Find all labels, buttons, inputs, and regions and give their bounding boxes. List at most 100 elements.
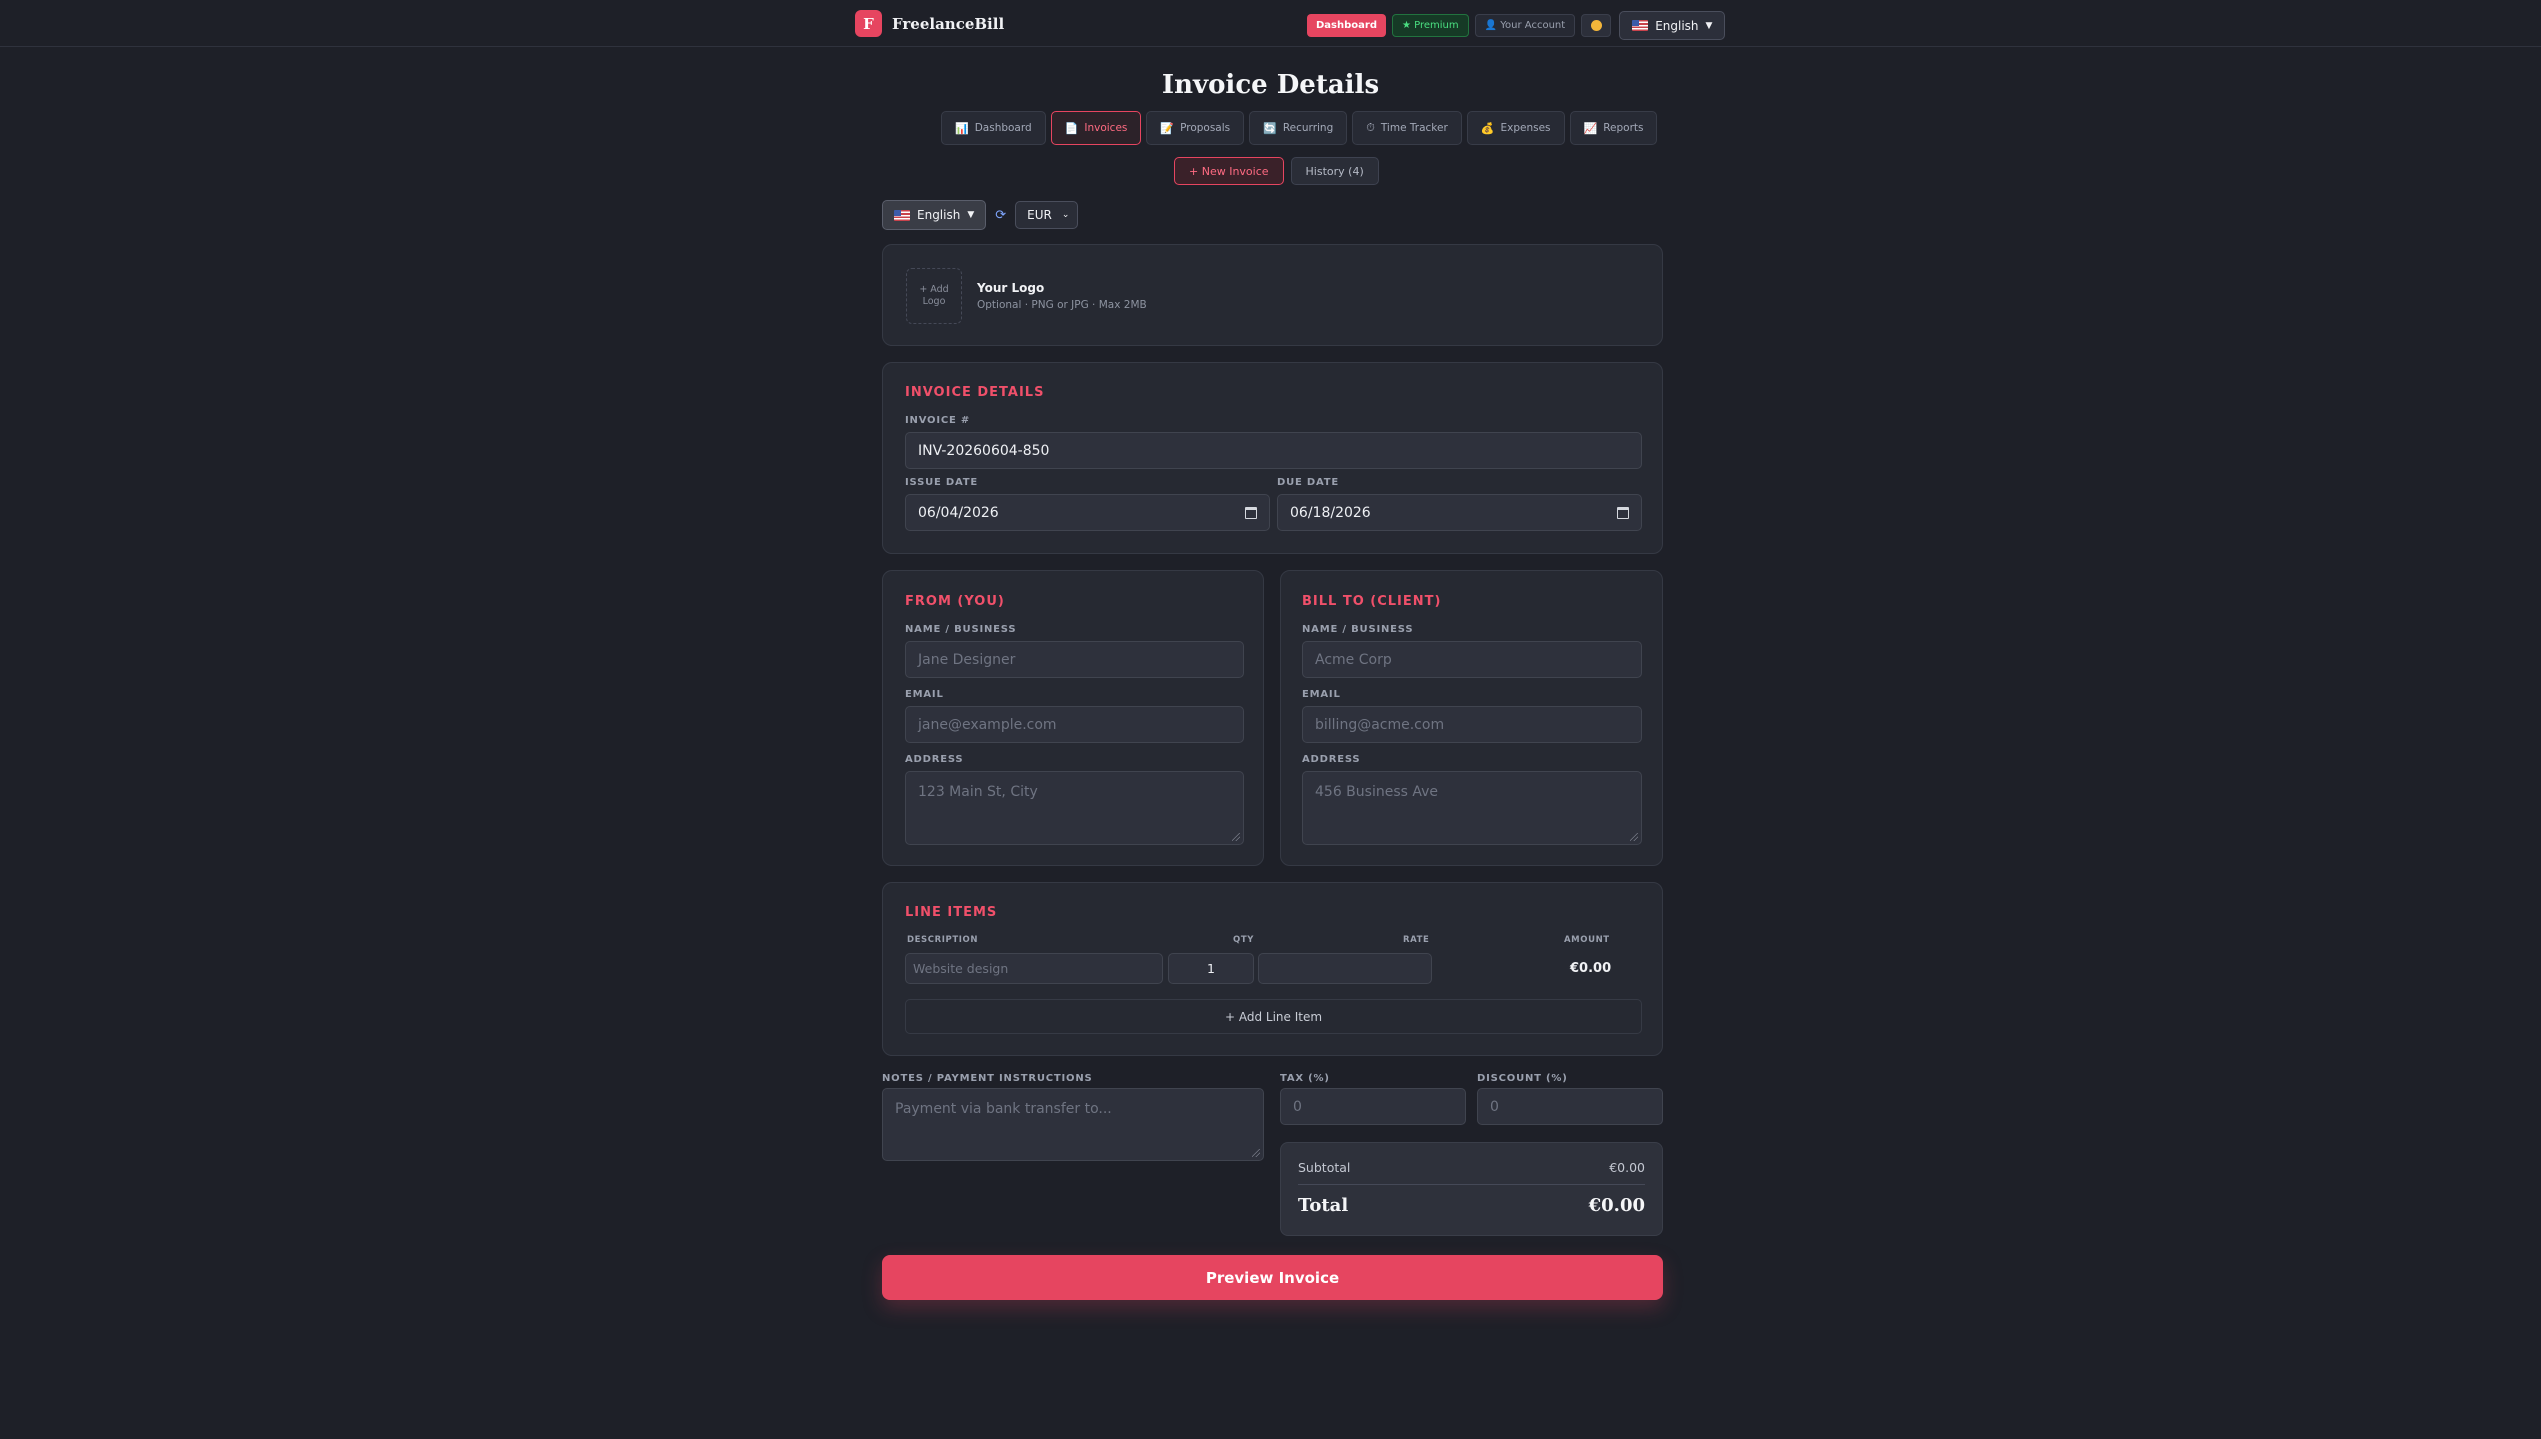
column-header-rate: RATE: [1403, 935, 1430, 945]
brand-name: FreelanceBill: [892, 14, 1005, 33]
total-value: €0.00: [1588, 1195, 1645, 1216]
resize-handle-icon[interactable]: [1252, 1149, 1260, 1157]
total-label: Total: [1298, 1195, 1349, 1216]
from-card: FROM (YOU) NAME / BUSINESS Jane Designer…: [882, 570, 1264, 866]
money-bag-icon: 💰: [1480, 121, 1495, 135]
tab-time-tracker[interactable]: ⏱ Time Tracker: [1352, 111, 1462, 145]
notes-textarea[interactable]: Payment via bank transfer to...: [882, 1088, 1264, 1161]
account-button[interactable]: 👤 Your Account: [1474, 14, 1576, 37]
invoice-number-input[interactable]: INV-20260604-850: [905, 432, 1642, 469]
new-invoice-button[interactable]: + New Invoice: [1174, 157, 1284, 185]
tab-label: Invoices: [1084, 122, 1128, 134]
stopwatch-icon: ⏱: [1366, 121, 1375, 134]
add-logo-button[interactable]: + Add Logo: [906, 268, 962, 324]
from-name-label: NAME / BUSINESS: [905, 624, 1017, 635]
tab-label: Expenses: [1500, 122, 1551, 134]
from-address-label: ADDRESS: [905, 754, 964, 765]
chevron-down-icon: ▼: [967, 210, 975, 220]
issue-date-label: ISSUE DATE: [905, 477, 979, 488]
section-title: FROM (YOU): [905, 594, 1005, 609]
from-email-input[interactable]: jane@example.com: [905, 706, 1244, 743]
line-item-rate-input[interactable]: [1258, 953, 1432, 984]
placeholder-text: Payment via bank transfer to...: [895, 1101, 1112, 1117]
page-title: Invoice Details: [1161, 70, 1380, 100]
memo-icon: 📝: [1160, 121, 1175, 135]
currency-label: EUR: [1027, 208, 1052, 222]
tab-dashboard[interactable]: 📊 Dashboard: [941, 111, 1046, 145]
subtotal-value: €0.00: [1609, 1160, 1645, 1175]
tab-recurring[interactable]: 🔄 Recurring: [1249, 111, 1348, 145]
trend-chart-icon: 📈: [1583, 121, 1598, 135]
us-flag-icon: [1632, 20, 1649, 31]
moon-icon: [1590, 20, 1602, 31]
tab-label: Time Tracker: [1380, 122, 1448, 134]
logo-card: + Add Logo Your Logo Optional · PNG or J…: [882, 244, 1663, 346]
history-button[interactable]: History (4): [1290, 157, 1379, 185]
brand-logo-icon: F: [855, 10, 882, 37]
tab-label: Proposals: [1180, 122, 1231, 134]
tax-input[interactable]: 0: [1280, 1088, 1466, 1125]
discount-input[interactable]: 0: [1477, 1088, 1663, 1125]
client-email-label: EMAIL: [1302, 689, 1341, 700]
logo-hint: Optional · PNG or JPG · Max 2MB: [977, 299, 1147, 311]
tab-label: Reports: [1603, 122, 1644, 134]
line-item-qty-input[interactable]: 1: [1168, 953, 1254, 984]
due-date-label: DUE DATE: [1277, 477, 1340, 488]
client-email-input[interactable]: billing@acme.com: [1302, 706, 1642, 743]
document-icon: 📄: [1064, 121, 1079, 135]
logo-title: Your Logo: [977, 281, 1045, 295]
calendar-icon[interactable]: [1617, 507, 1629, 519]
invoice-number-label: INVOICE #: [905, 415, 971, 426]
tab-reports[interactable]: 📈 Reports: [1569, 111, 1658, 145]
tab-proposals[interactable]: 📝 Proposals: [1146, 111, 1245, 145]
line-item-description-input[interactable]: Website design: [905, 953, 1163, 984]
chevron-down-icon: ▼: [1705, 20, 1713, 31]
theme-toggle-button[interactable]: [1581, 14, 1612, 37]
us-flag-icon: [894, 209, 910, 221]
chart-icon: 📊: [955, 121, 969, 135]
calendar-icon[interactable]: [1245, 507, 1257, 519]
nav-language-label: English: [1655, 18, 1699, 33]
placeholder-text: 123 Main St, City: [918, 784, 1038, 800]
tab-label: Dashboard: [974, 122, 1032, 134]
due-date-input[interactable]: 06/18/2026: [1277, 494, 1642, 531]
top-navbar: F FreelanceBill Dashboard ★ Premium 👤 Yo…: [0, 0, 2541, 47]
totals-divider: [1298, 1184, 1645, 1185]
invoice-language-label: English: [917, 208, 961, 222]
main-tabs: 📊 Dashboard 📄 Invoices 📝 Proposals 🔄 Rec…: [941, 111, 1658, 145]
due-date-value: 06/18/2026: [1290, 504, 1371, 521]
nav-actions: Dashboard ★ Premium 👤 Your Account Engli…: [1307, 11, 1726, 40]
column-header-description: DESCRIPTION: [907, 935, 979, 945]
repeat-icon: 🔄: [1263, 121, 1277, 135]
section-title: LINE ITEMS: [905, 905, 998, 920]
chevron-down-icon: ⌄: [1061, 210, 1070, 220]
nav-language-select[interactable]: English ▼: [1619, 11, 1726, 40]
tab-expenses[interactable]: 💰 Expenses: [1466, 111, 1565, 145]
locale-row: English ▼ ⟳ EUR ⌄: [882, 200, 1079, 230]
preview-invoice-button[interactable]: Preview Invoice: [882, 1255, 1663, 1300]
brand[interactable]: F FreelanceBill: [855, 10, 1004, 37]
line-items-card: LINE ITEMS DESCRIPTION QTY RATE AMOUNT W…: [882, 882, 1663, 1056]
currency-select[interactable]: EUR ⌄: [1015, 201, 1079, 229]
invoice-language-select[interactable]: English ▼: [882, 200, 987, 230]
exchange-icon: ⟳: [995, 207, 1007, 223]
column-header-amount: AMOUNT: [1564, 935, 1610, 945]
bill-to-card: BILL TO (CLIENT) NAME / BUSINESS Acme Co…: [1280, 570, 1663, 866]
from-name-input[interactable]: Jane Designer: [905, 641, 1244, 678]
premium-badge[interactable]: ★ Premium: [1392, 14, 1469, 37]
from-address-textarea[interactable]: 123 Main St, City: [905, 771, 1244, 845]
issue-date-value: 06/04/2026: [918, 504, 999, 521]
issue-date-input[interactable]: 06/04/2026: [905, 494, 1270, 531]
client-address-textarea[interactable]: 456 Business Ave: [1302, 771, 1642, 845]
notes-label: NOTES / PAYMENT INSTRUCTIONS: [882, 1073, 1093, 1084]
tab-invoices[interactable]: 📄 Invoices: [1050, 111, 1142, 145]
add-line-item-button[interactable]: + Add Line Item: [905, 999, 1642, 1034]
resize-handle-icon[interactable]: [1232, 833, 1240, 841]
section-title: INVOICE DETAILS: [905, 385, 1045, 400]
line-item-amount: €0.00: [1570, 961, 1612, 976]
section-title: BILL TO (CLIENT): [1302, 594, 1442, 609]
discount-label: DISCOUNT (%): [1477, 1073, 1568, 1084]
nav-dashboard-button[interactable]: Dashboard: [1307, 14, 1386, 37]
resize-handle-icon[interactable]: [1630, 833, 1638, 841]
client-name-input[interactable]: Acme Corp: [1302, 641, 1642, 678]
